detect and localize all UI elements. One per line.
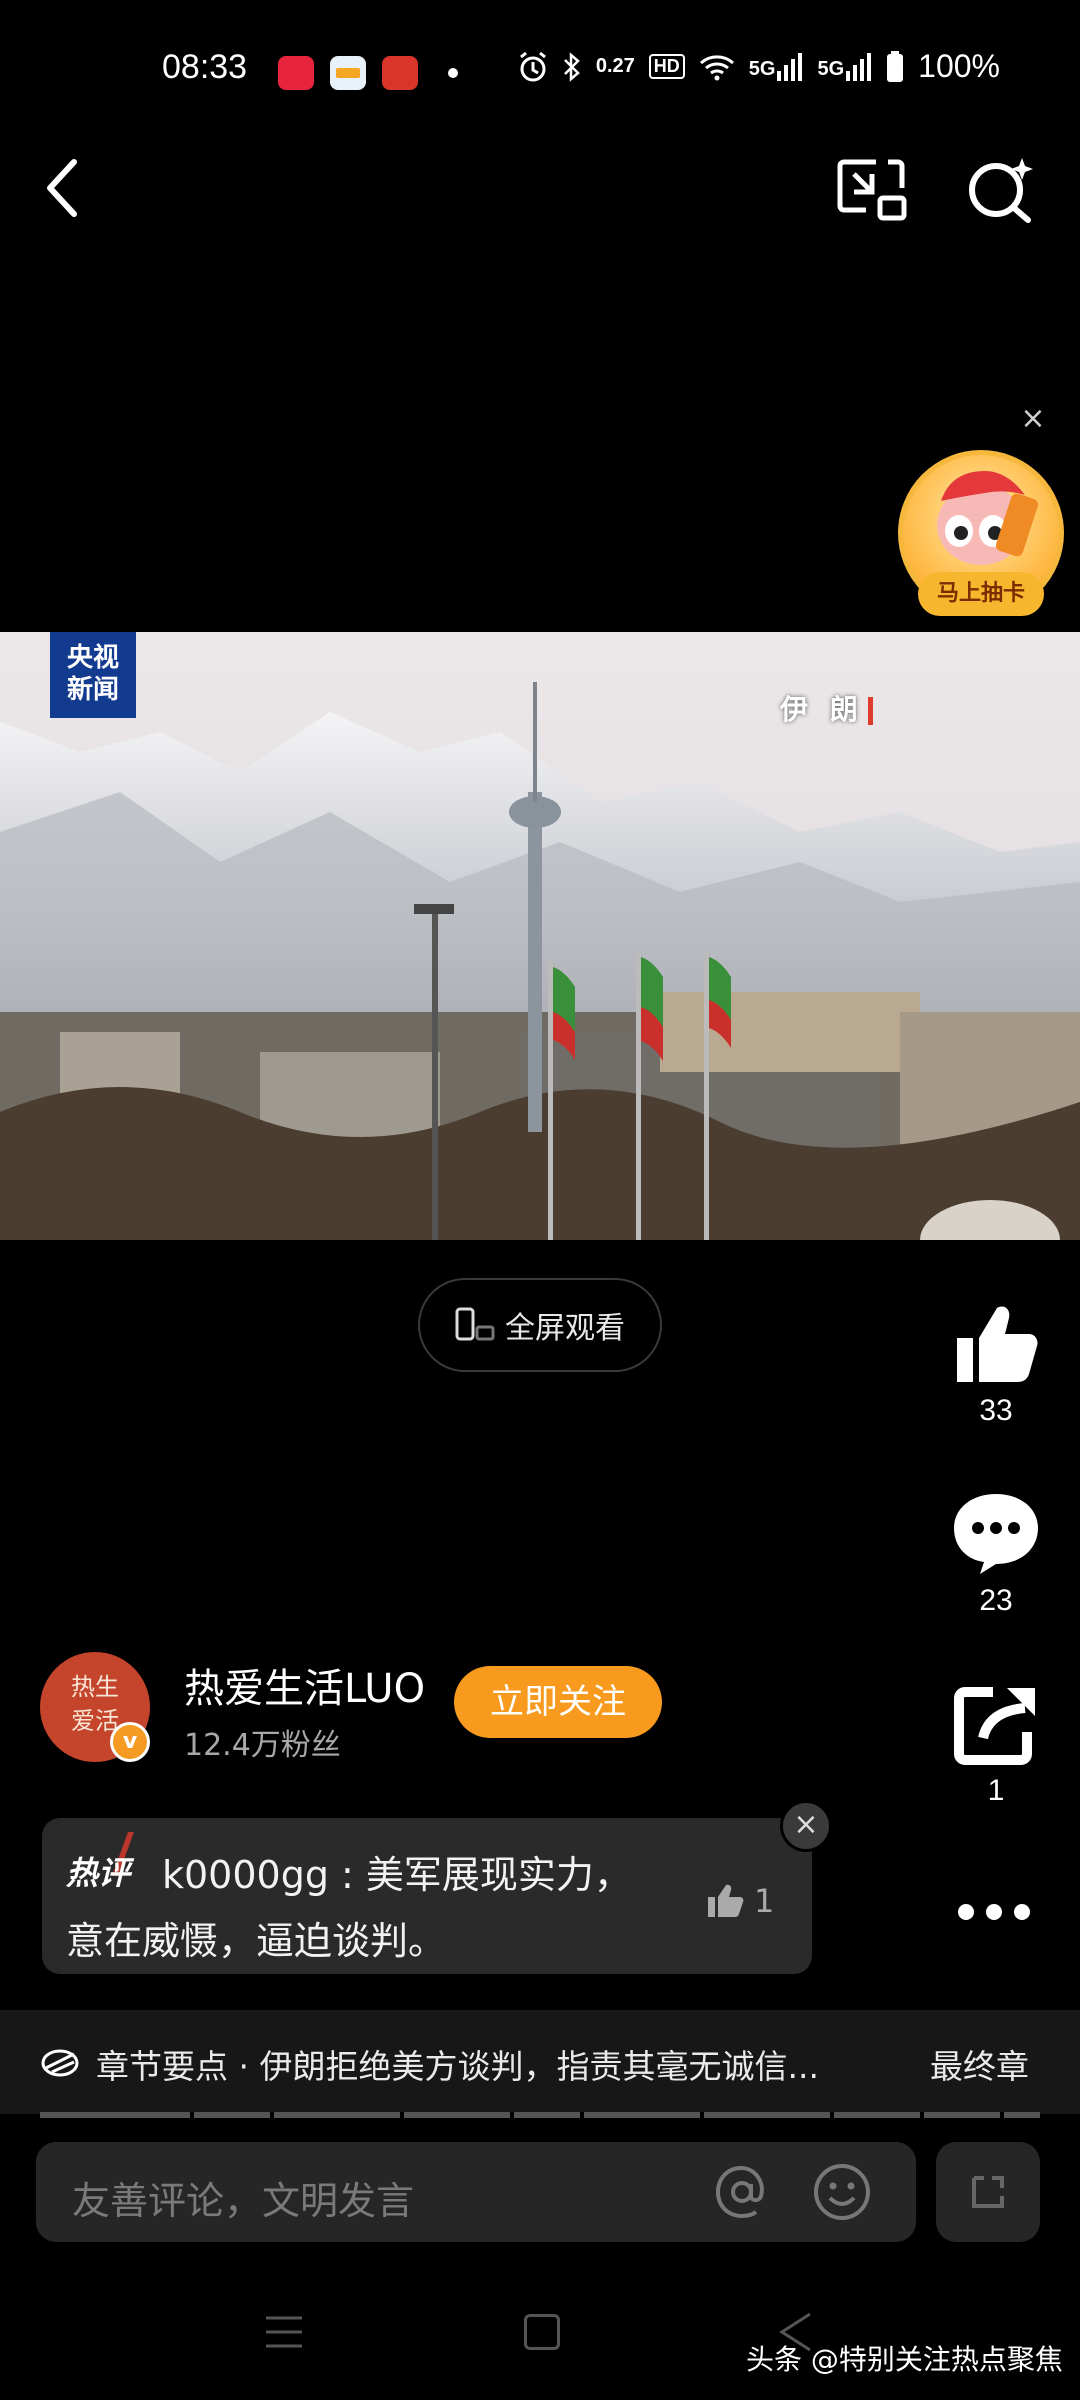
expand-icon xyxy=(972,2176,1004,2208)
comment-placeholder: 友善评论，文明发言 xyxy=(72,2179,415,2223)
more-options-button[interactable] xyxy=(958,1892,1034,1932)
data-rate: 0.27 xyxy=(595,55,635,77)
final-chapter-button[interactable]: 最终章 xyxy=(930,2040,1029,2088)
nav-menu-icon[interactable] xyxy=(264,2314,304,2350)
source-watermark: 头条 @特别关注热点聚焦 xyxy=(746,2343,1063,2376)
picture-in-picture-icon[interactable] xyxy=(836,156,908,222)
chapter-summary-text: 章节要点 · 伊朗拒绝美方谈判，指责其毫无诚信... xyxy=(96,2047,819,2086)
hd-icon: HD xyxy=(648,54,685,79)
video-progress-bar[interactable] xyxy=(40,2112,1040,2118)
wallet-app-icon xyxy=(330,56,366,90)
alarm-icon xyxy=(519,51,546,81)
promo-draw-card-button[interactable]: 马上抽卡 xyxy=(918,572,1044,616)
video-player[interactable]: 央视 新闻 伊 朗 xyxy=(0,632,1080,1240)
promo-close-icon[interactable]: × xyxy=(1018,404,1048,434)
hot-comment-text: k0000gg : 美军展现实力，意在威慑，逼迫谈判。 xyxy=(66,1853,632,1963)
expand-comments-button[interactable] xyxy=(936,2142,1040,2242)
like-button[interactable]: 33 xyxy=(950,1300,1042,1428)
xiaohongshu-app-icon xyxy=(278,56,314,90)
comment-bubble-icon xyxy=(954,1494,1038,1574)
hot-comment-close-button[interactable]: × xyxy=(780,1800,832,1852)
share-button[interactable]: 1 xyxy=(950,1686,1042,1808)
nav-home-icon[interactable] xyxy=(524,2314,560,2350)
location-caption: 伊 朗 xyxy=(780,688,873,728)
comment-button[interactable]: 23 xyxy=(950,1490,1042,1618)
hot-comment-like-button[interactable]: 1 xyxy=(706,1882,774,1920)
battery-icon xyxy=(887,50,904,82)
rotate-phone-icon xyxy=(455,1307,495,1341)
notification-dot-icon xyxy=(448,68,458,78)
author-name[interactable]: 热爱生活LUO xyxy=(184,1656,425,1714)
fullscreen-button[interactable]: 全屏观看 xyxy=(418,1278,662,1372)
video-frame-image xyxy=(0,632,1080,1240)
emoji-icon[interactable] xyxy=(812,2162,872,2222)
mention-at-icon[interactable] xyxy=(712,2162,772,2222)
status-time: 08:33 xyxy=(162,48,248,86)
signal-5g-2-icon: 5G xyxy=(817,52,872,81)
game-app-icon xyxy=(382,56,418,90)
thumbs-up-icon xyxy=(957,1306,1038,1382)
battery-percent: 100% xyxy=(918,48,1000,84)
cctv-news-logo: 央视 新闻 xyxy=(50,632,136,718)
ai-search-icon[interactable] xyxy=(966,154,1036,224)
signal-5g-1-icon: 5G xyxy=(749,52,804,81)
chapter-bar[interactable]: 章节要点 · 伊朗拒绝美方谈判，指责其毫无诚信... 最终章 xyxy=(0,2010,1080,2114)
author-fans-count: 12.4万粉丝 xyxy=(184,1728,341,1763)
share-icon xyxy=(954,1687,1035,1765)
follow-button[interactable]: 立即关注 xyxy=(454,1666,662,1738)
status-bar: 08:33 0.27 HD 5G 5G 100% xyxy=(0,44,1080,100)
back-arrow-icon[interactable] xyxy=(40,156,90,220)
status-indicators: 0.27 HD 5G 5G 100% xyxy=(518,48,1000,85)
thumbs-up-small-icon xyxy=(708,1884,744,1917)
verified-badge-icon: v xyxy=(110,1722,150,1762)
wifi-icon xyxy=(699,54,734,80)
chapter-icon xyxy=(41,2049,79,2077)
bluetooth-icon xyxy=(563,51,580,82)
